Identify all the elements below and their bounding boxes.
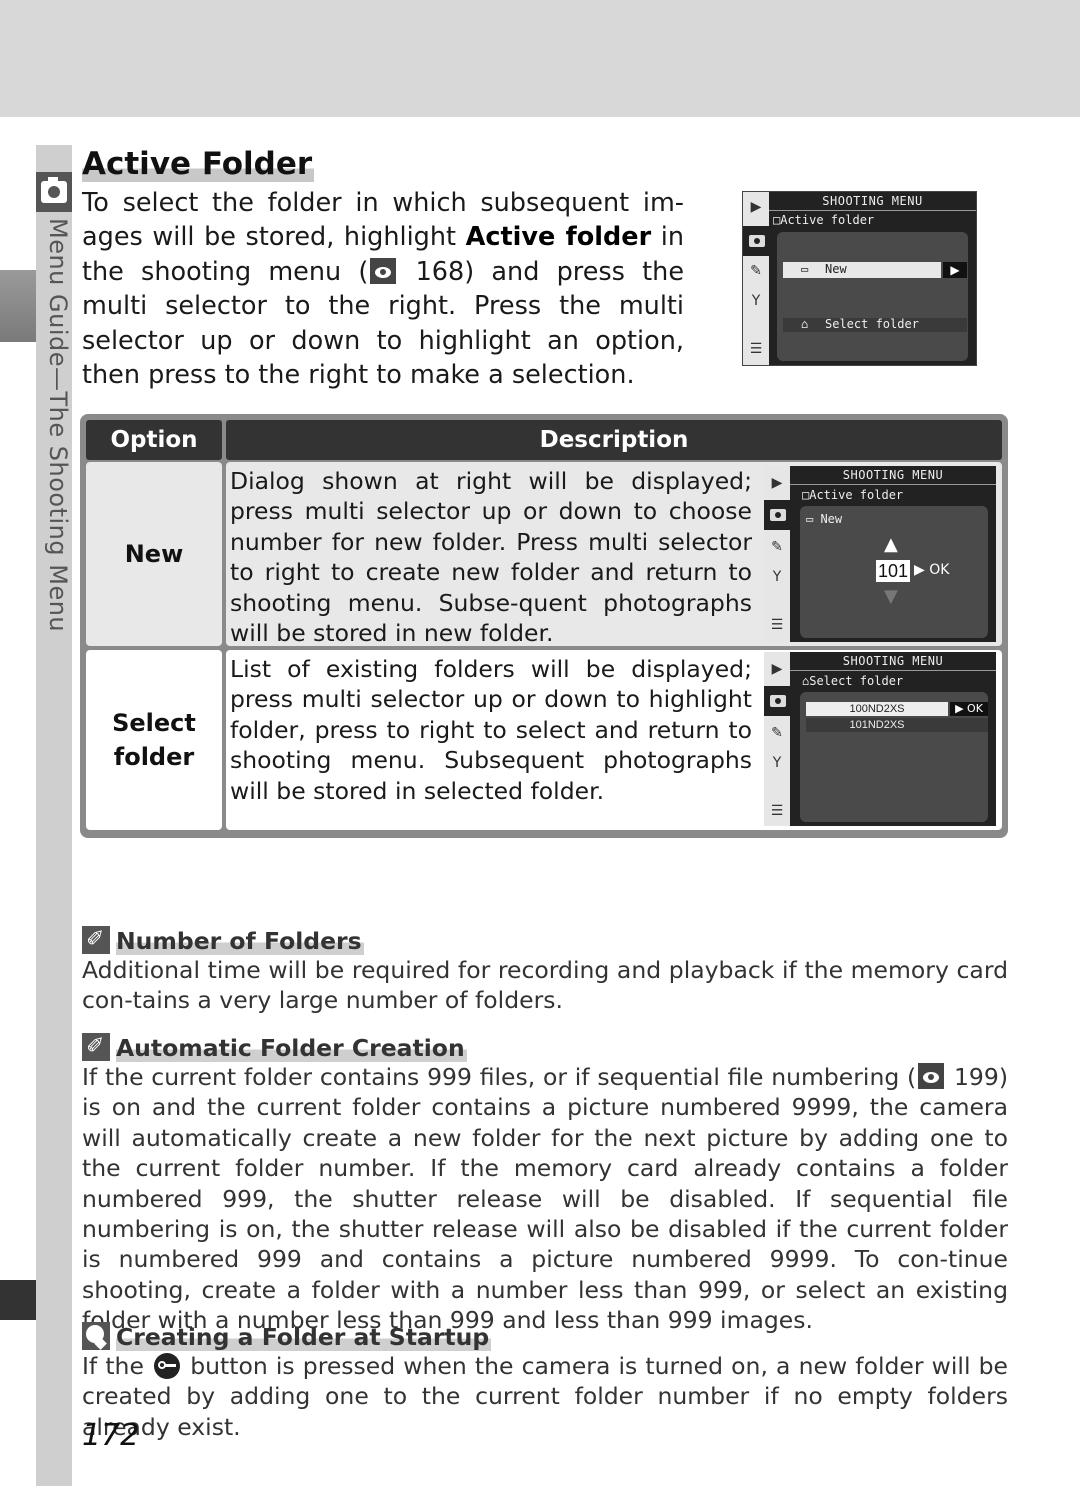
lcd-up-arrow[interactable]: ▲ (884, 534, 898, 555)
wrench-icon: Y (772, 569, 782, 585)
playback-icon: ▶ (771, 475, 783, 491)
lcd-item-select-folder[interactable]: ⌂ Select folder (783, 317, 967, 332)
camera-section-icon (36, 172, 72, 212)
page-reference-icon (918, 1063, 945, 1089)
section-label: Menu Guide—The Shooting Menu (44, 218, 72, 633)
page-title: Active Folder (82, 146, 315, 182)
menu-item-reference: Active folder (465, 222, 652, 253)
pencil-icon: ✎ (750, 263, 762, 279)
intro-paragraph: To select the folder in which subsequent… (82, 188, 685, 391)
camera-icon (770, 509, 786, 521)
table-row-select-folder-description-cell: List of existing folders will be display… (226, 650, 1002, 830)
table-row-select-folder-option: Select folder (86, 650, 222, 830)
lcd-subtitle: □Active folder (773, 213, 875, 227)
page-reference[interactable]: 199 (954, 1063, 999, 1091)
lcd-arrow-right: ▶ (943, 262, 967, 278)
note-body-number-of-folders: Additional time will be required for rec… (82, 956, 1008, 1015)
protect-key-button-icon (154, 1353, 181, 1379)
lcd-item-new: ▭ New (806, 512, 843, 526)
options-table: Option Description New Dialog shown at r… (80, 414, 1008, 838)
pencil-icon: ✎ (771, 725, 783, 741)
camera-icon (770, 695, 786, 707)
pencil-icon: ✎ (771, 539, 783, 555)
lcd-subtitle: ⌂Select folder (802, 674, 904, 688)
playback-icon: ▶ (771, 661, 783, 677)
note-heading-creating-folder-at-startup: Creating a Folder at Startup (82, 1322, 492, 1351)
lcd-header: SHOOTING MENU (769, 194, 976, 211)
lightbulb-icon (82, 1322, 110, 1350)
note-heading-automatic-folder-creation: ✐ Automatic Folder Creation (82, 1033, 467, 1062)
new-folder-icon: ▭ (801, 262, 809, 276)
paperclip-icon: ✐ (82, 926, 110, 954)
folder-number-value[interactable]: 101 (876, 560, 911, 582)
page-number: 172 (82, 1418, 140, 1453)
table-row-new-description: Dialog shown at right will be displayed;… (230, 467, 752, 648)
chapter-thumb-tab (0, 1280, 36, 1320)
wrench-icon: Y (751, 293, 761, 309)
lcd-folder-item[interactable]: 100ND2XS (806, 702, 948, 716)
lcd-down-arrow[interactable]: ▼ (884, 586, 898, 607)
lcd-folder-item[interactable]: 101ND2XS (806, 718, 988, 732)
page-reference[interactable]: 168 (416, 257, 465, 287)
lcd-select-folder-screen: ▶ ✎ Y ☰ SHOOTING MENU ⌂Select folder 100… (764, 652, 996, 826)
top-margin-band (0, 0, 1080, 117)
recent-settings-icon: ☰ (770, 617, 784, 633)
lcd-panel (777, 232, 968, 361)
lcd-ok-prompt: ▶ OK (950, 702, 988, 716)
table-row-new-description-cell: Dialog shown at right will be displayed;… (226, 462, 1002, 648)
table-row-select-folder-description: List of existing folders will be display… (230, 655, 752, 805)
paperclip-icon: ✐ (82, 1033, 110, 1061)
select-folder-icon: ⌂ (801, 317, 809, 331)
new-folder-icon: ▭ (806, 512, 821, 526)
recent-settings-icon: ☰ (770, 803, 784, 819)
table-row-new-option: New (86, 462, 222, 646)
playback-icon: ▶ (750, 199, 762, 215)
lcd-new-folder-screen: ▶ ✎ Y ☰ SHOOTING MENU □Active folder ▭ N… (764, 466, 996, 642)
lcd-shooting-menu-screen: ▶ ✎ Y ☰ SHOOTING MENU □Active folder ▭ N… (742, 191, 977, 366)
lcd-header: SHOOTING MENU (790, 468, 996, 485)
lcd-subtitle: □Active folder (802, 488, 904, 502)
camera-icon (749, 235, 765, 247)
wrench-icon: Y (772, 755, 782, 771)
page-reference-icon (370, 257, 397, 284)
note-heading-number-of-folders: ✐ Number of Folders (82, 926, 364, 955)
lcd-item-new[interactable]: ▭ New (783, 262, 941, 278)
table-header-option: Option (86, 420, 222, 460)
lcd-header: SHOOTING MENU (790, 654, 996, 671)
table-header-description: Description (226, 420, 1002, 460)
section-thumb-tab (0, 270, 36, 342)
lcd-ok-prompt: ▶ OK (914, 562, 950, 578)
note-body-creating-folder-at-startup: If the button is pressed when the camera… (82, 1352, 1008, 1441)
lcd-menu-rail: ▶ ✎ Y ☰ (743, 192, 771, 365)
recent-settings-icon: ☰ (749, 341, 763, 357)
note-body-automatic-folder-creation: If the current folder contains 999 files… (82, 1063, 1008, 1335)
